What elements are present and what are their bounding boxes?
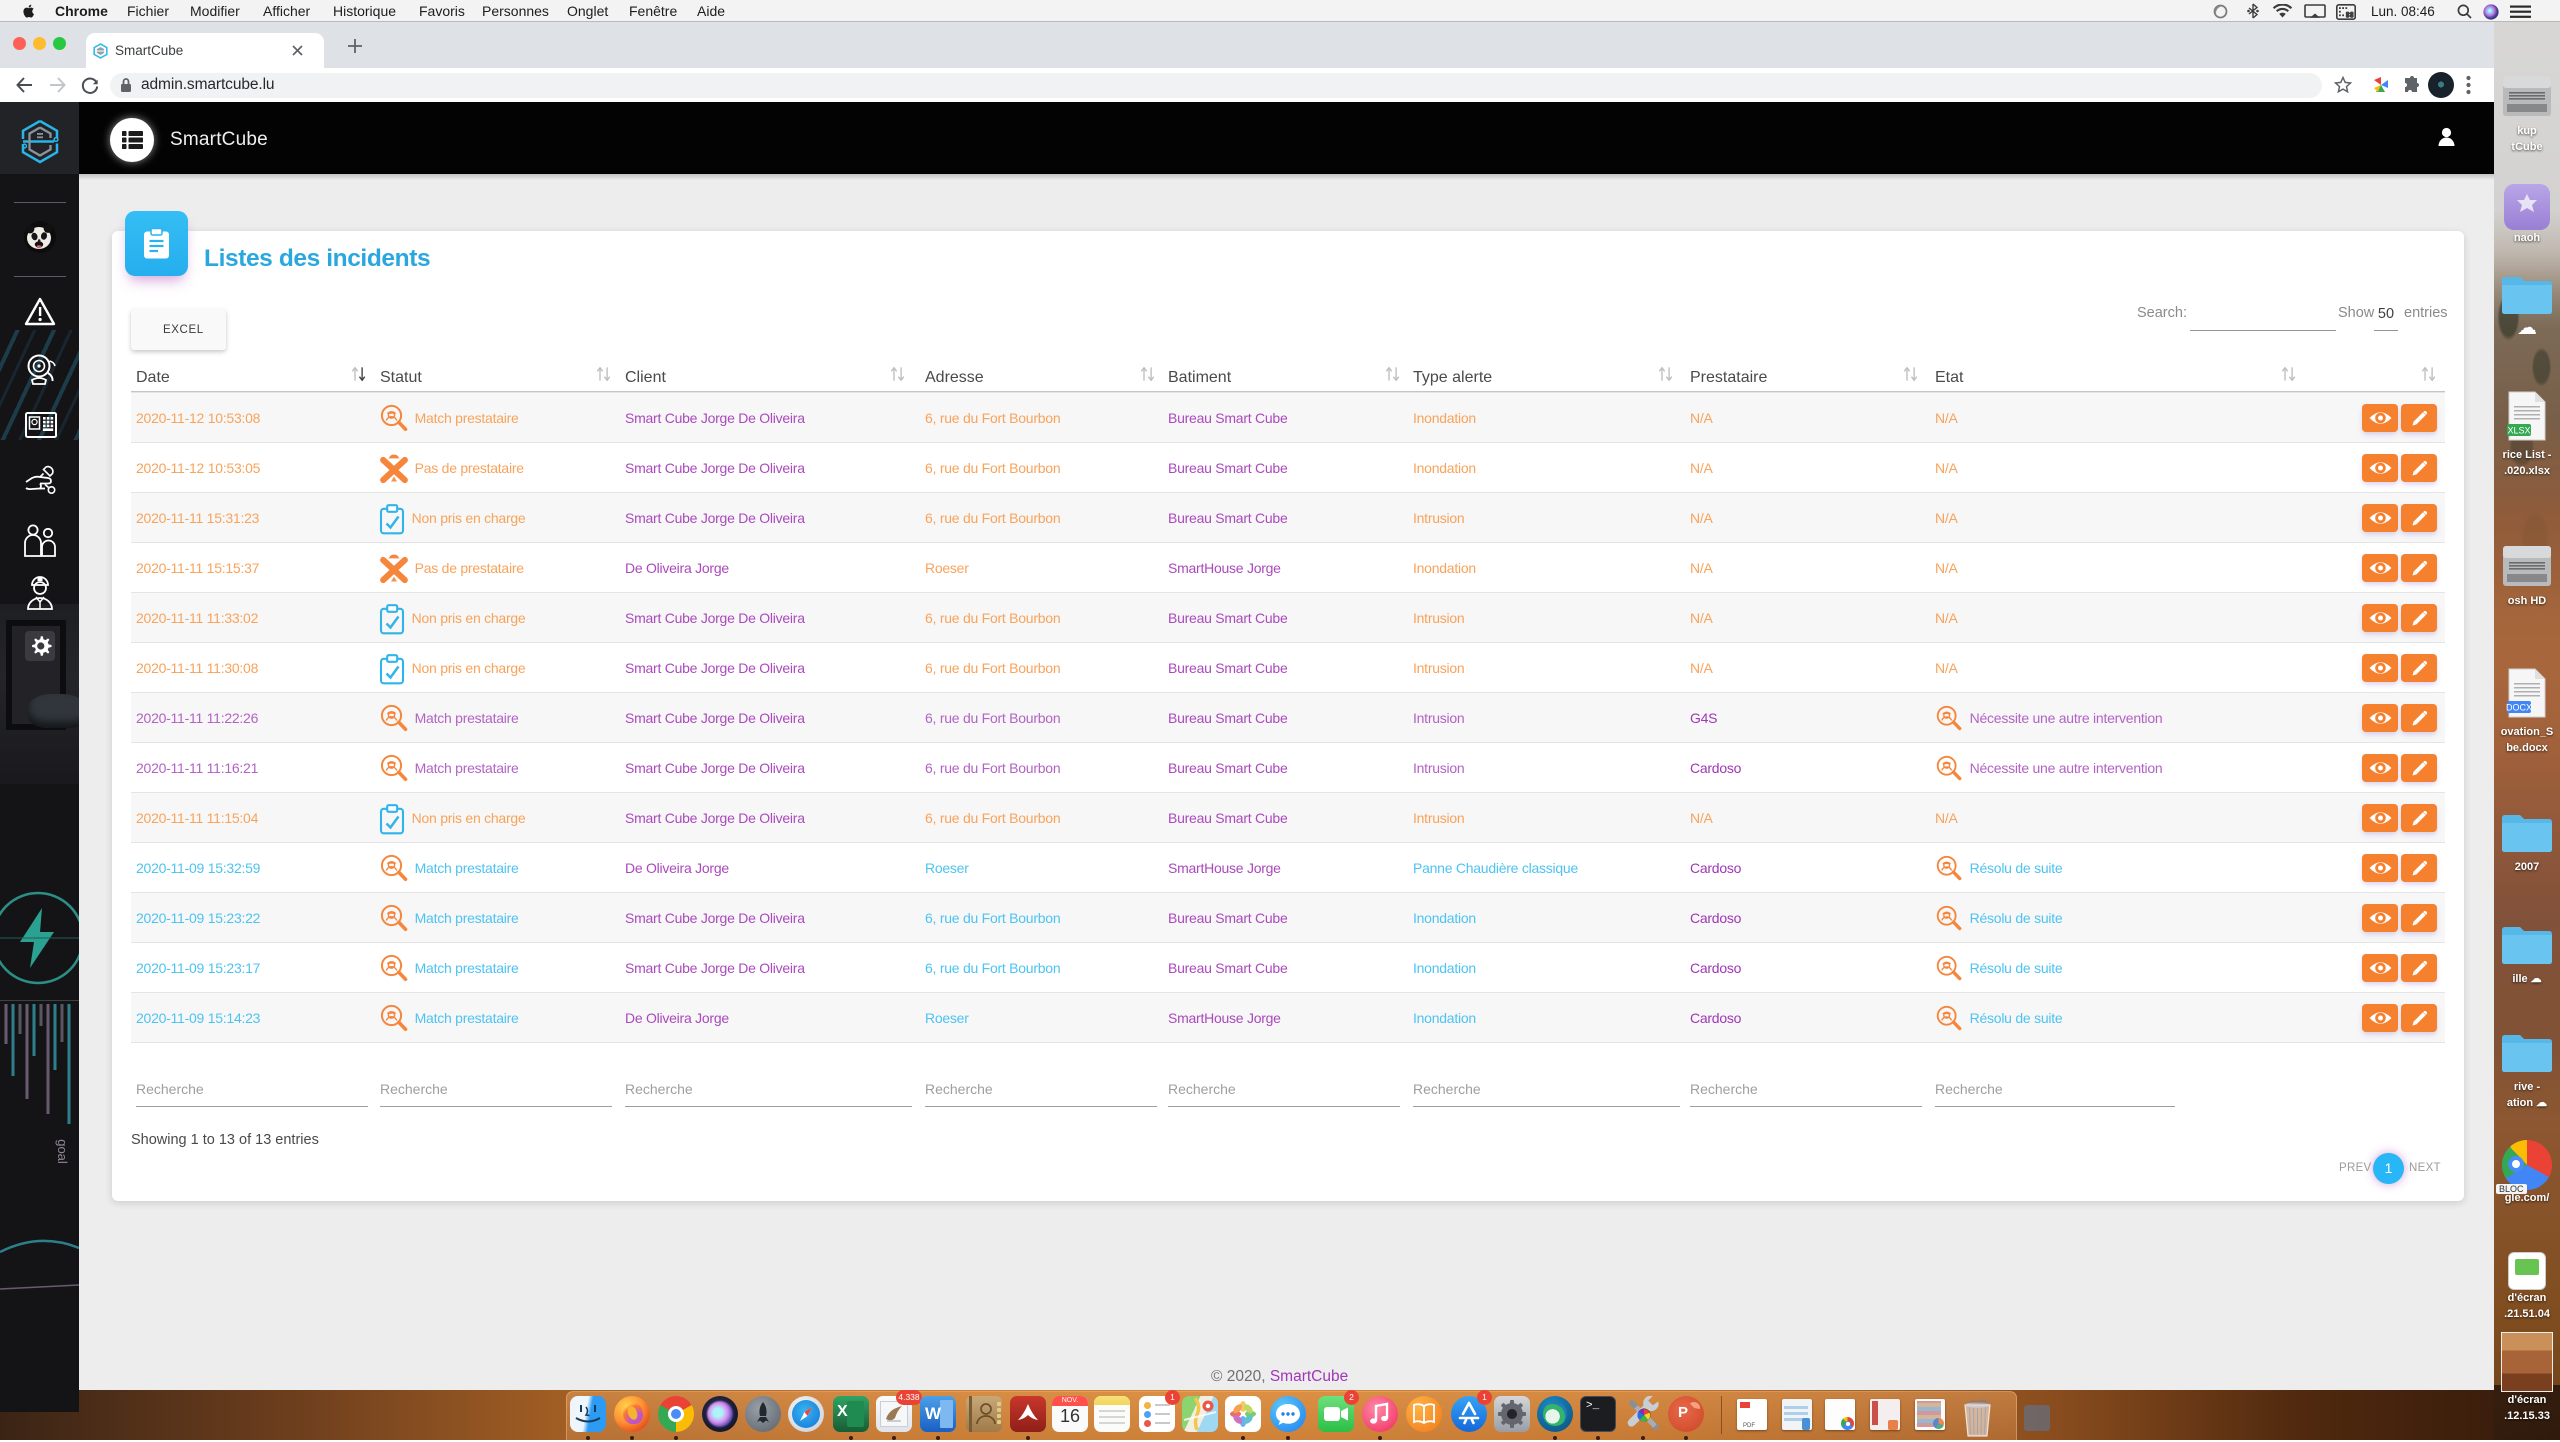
svg-text:DOCX: DOCX bbox=[2506, 703, 2532, 713]
svg-text:XLSX: XLSX bbox=[2507, 426, 2530, 436]
